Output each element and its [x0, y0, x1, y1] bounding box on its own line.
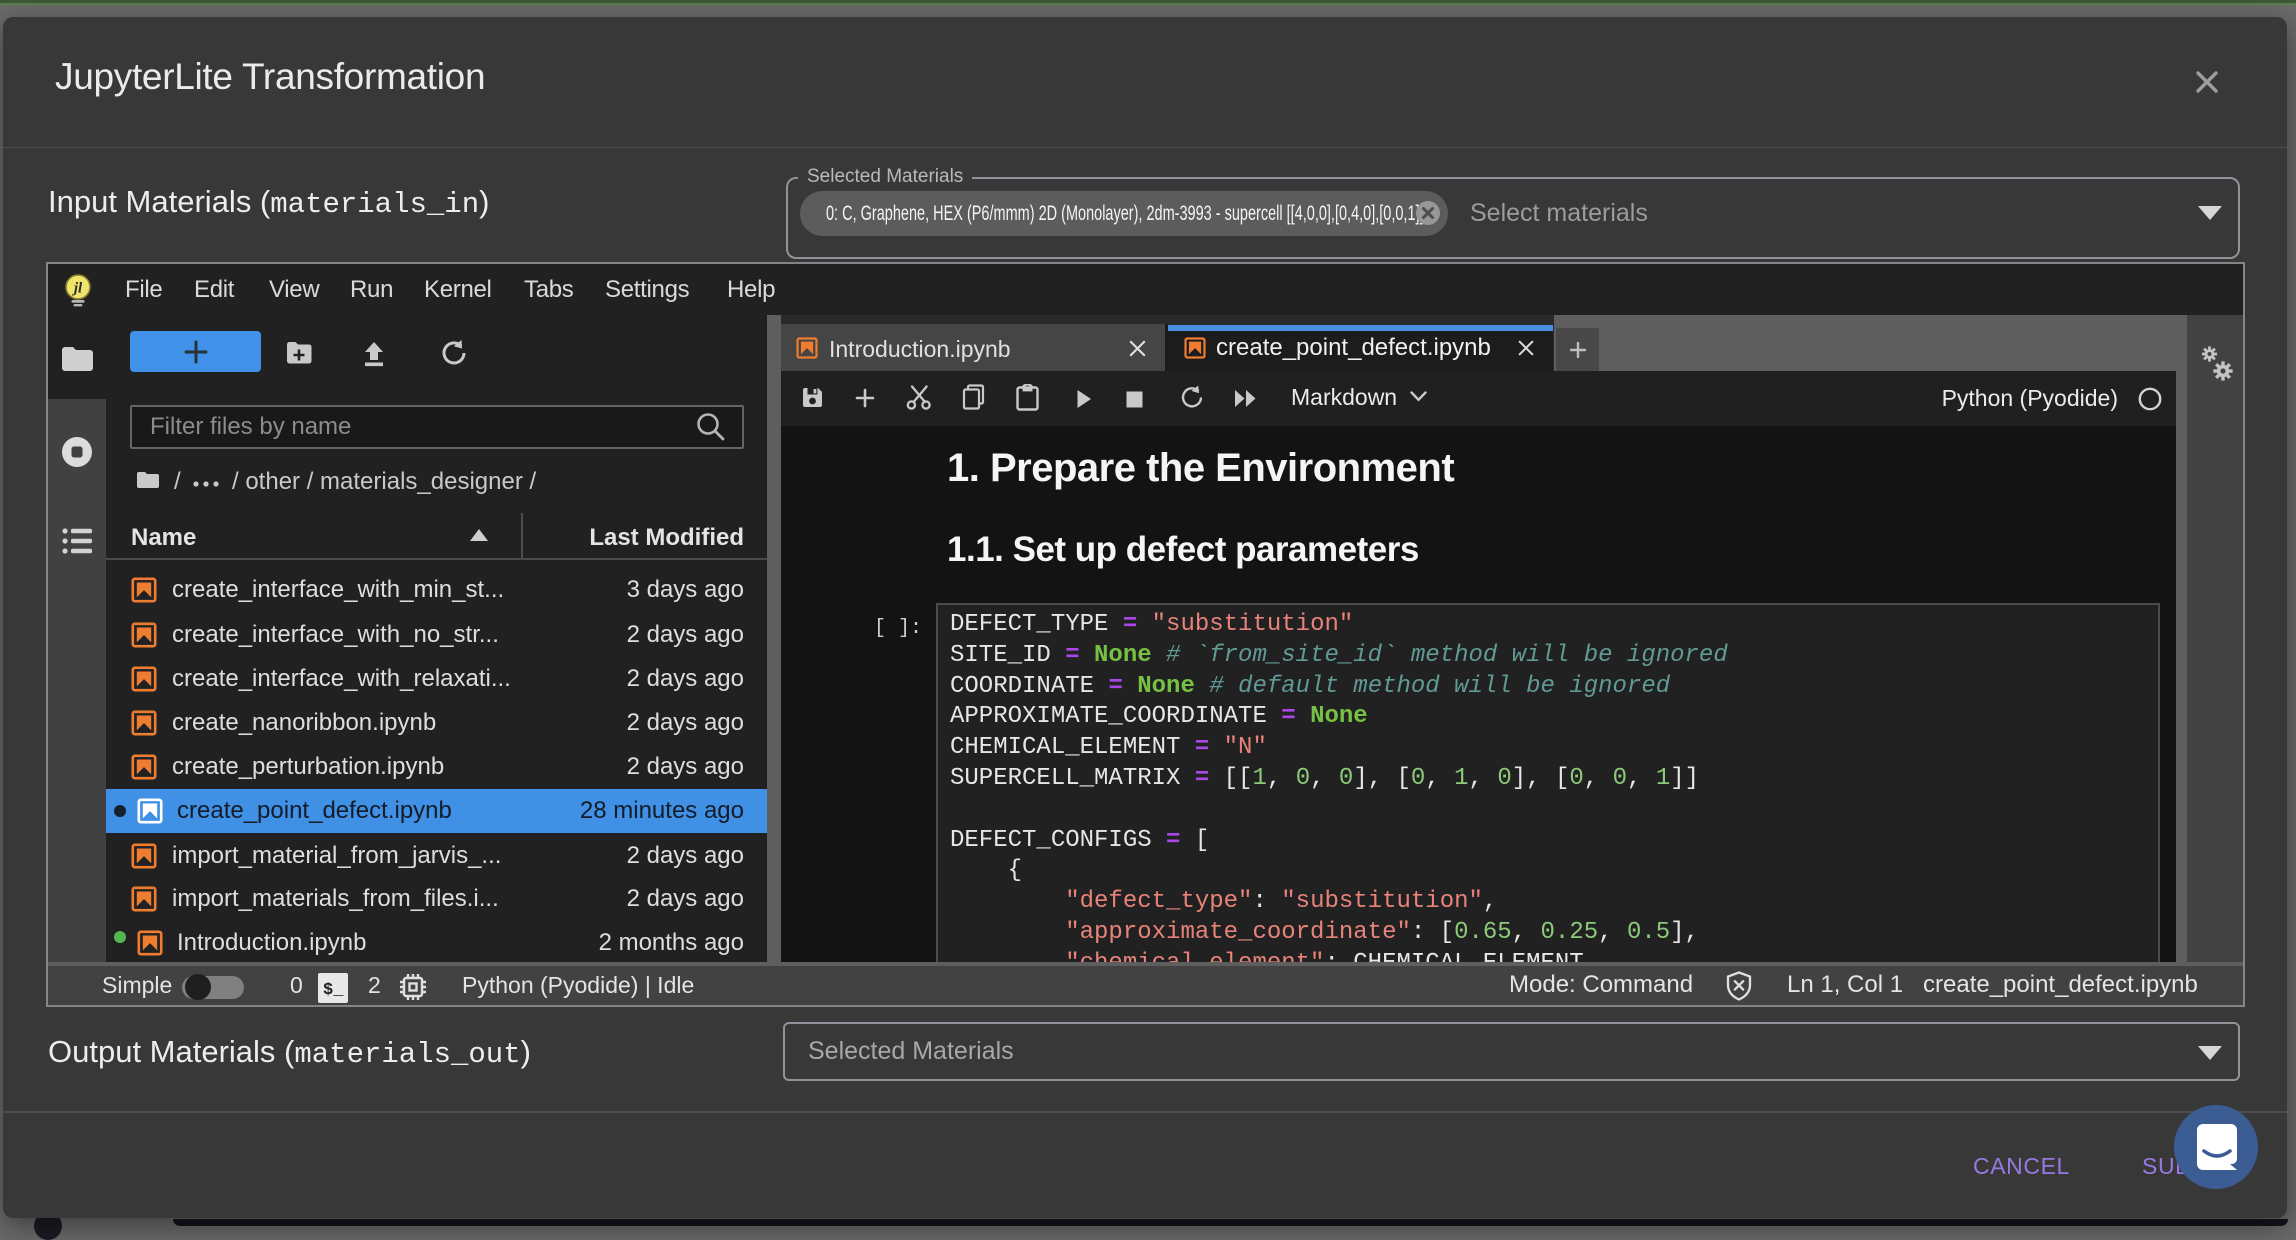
svg-text:$_: $_	[323, 981, 344, 1000]
svg-text:jl: jl	[72, 281, 83, 297]
